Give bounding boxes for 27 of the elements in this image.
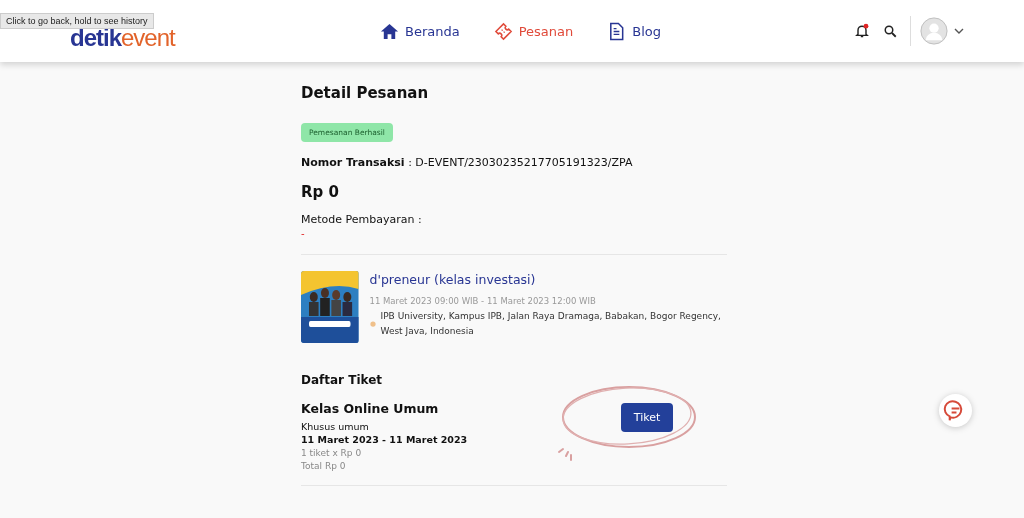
ticket-dates: 11 Maret 2023 - 11 Maret 2023 [301, 434, 468, 445]
chat-icon[interactable] [938, 393, 973, 428]
nav-link[interactable]: Blog [607, 21, 661, 41]
payment-method-value: - [301, 228, 306, 240]
tooltip: Click to go back, hold to see history [0, 13, 154, 29]
search-icon[interactable] [883, 23, 898, 39]
notification-bell-icon[interactable] [854, 23, 870, 39]
order-amount: Rp 0 [301, 183, 340, 201]
ticket-total: Total Rp 0 [301, 461, 347, 471]
ticket-category: Khusus umum [301, 421, 370, 432]
location-icon [369, 321, 376, 327]
home-icon [380, 21, 399, 41]
event-location: IPB University, Kampus IPB, Jalan Raya Dramaga, Babakan, Bogor Regency, West Java, Indonesia [380, 310, 722, 338]
nav-link[interactable]: Beranda [380, 21, 460, 41]
page-title: Detail Pesanan [301, 84, 430, 102]
ticket-name: Kelas Online Umum [301, 401, 440, 416]
transaction-number: : D-EVENT/23030235217705191323/ZPA [408, 156, 633, 169]
event-name[interactable]: d'preneur (kelas investasi) [369, 272, 727, 287]
event-datetime: 11 Maret 2023 09:00 WIB - 11 Maret 2023 12:00 WIB [369, 296, 597, 306]
ticket-quantity: 1 tiket x Rp 0 [301, 448, 363, 458]
caret-icon[interactable] [954, 28, 964, 34]
ticket-button[interactable]: Tiket [620, 403, 674, 432]
section-title: Daftar Tiket [301, 373, 384, 387]
transaction-label: Nomor Transaksi [301, 156, 405, 169]
ticket-icon [493, 21, 513, 41]
nav-link[interactable]: Pesanan [493, 21, 574, 41]
payment-method-label: Metode Pembayaran : [301, 213, 423, 226]
